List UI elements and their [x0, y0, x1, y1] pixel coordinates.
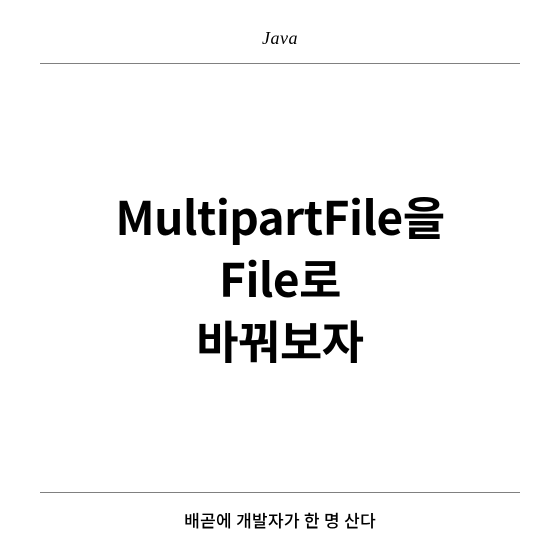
title-line-3: 바꿔보자	[196, 309, 363, 371]
footer-tagline: 배곧에 개발자가 한 명 산다	[0, 507, 560, 532]
category-label: Java	[0, 28, 560, 49]
footer-section: 배곧에 개발자가 한 명 산다	[0, 507, 560, 560]
title-line-1: MultipartFile을	[115, 185, 444, 247]
title-line-2: File로	[219, 247, 341, 309]
divider-bottom	[40, 492, 520, 493]
header-section: Java	[0, 0, 560, 49]
title-section: MultipartFile을 File로 바꿔보자	[0, 64, 560, 492]
